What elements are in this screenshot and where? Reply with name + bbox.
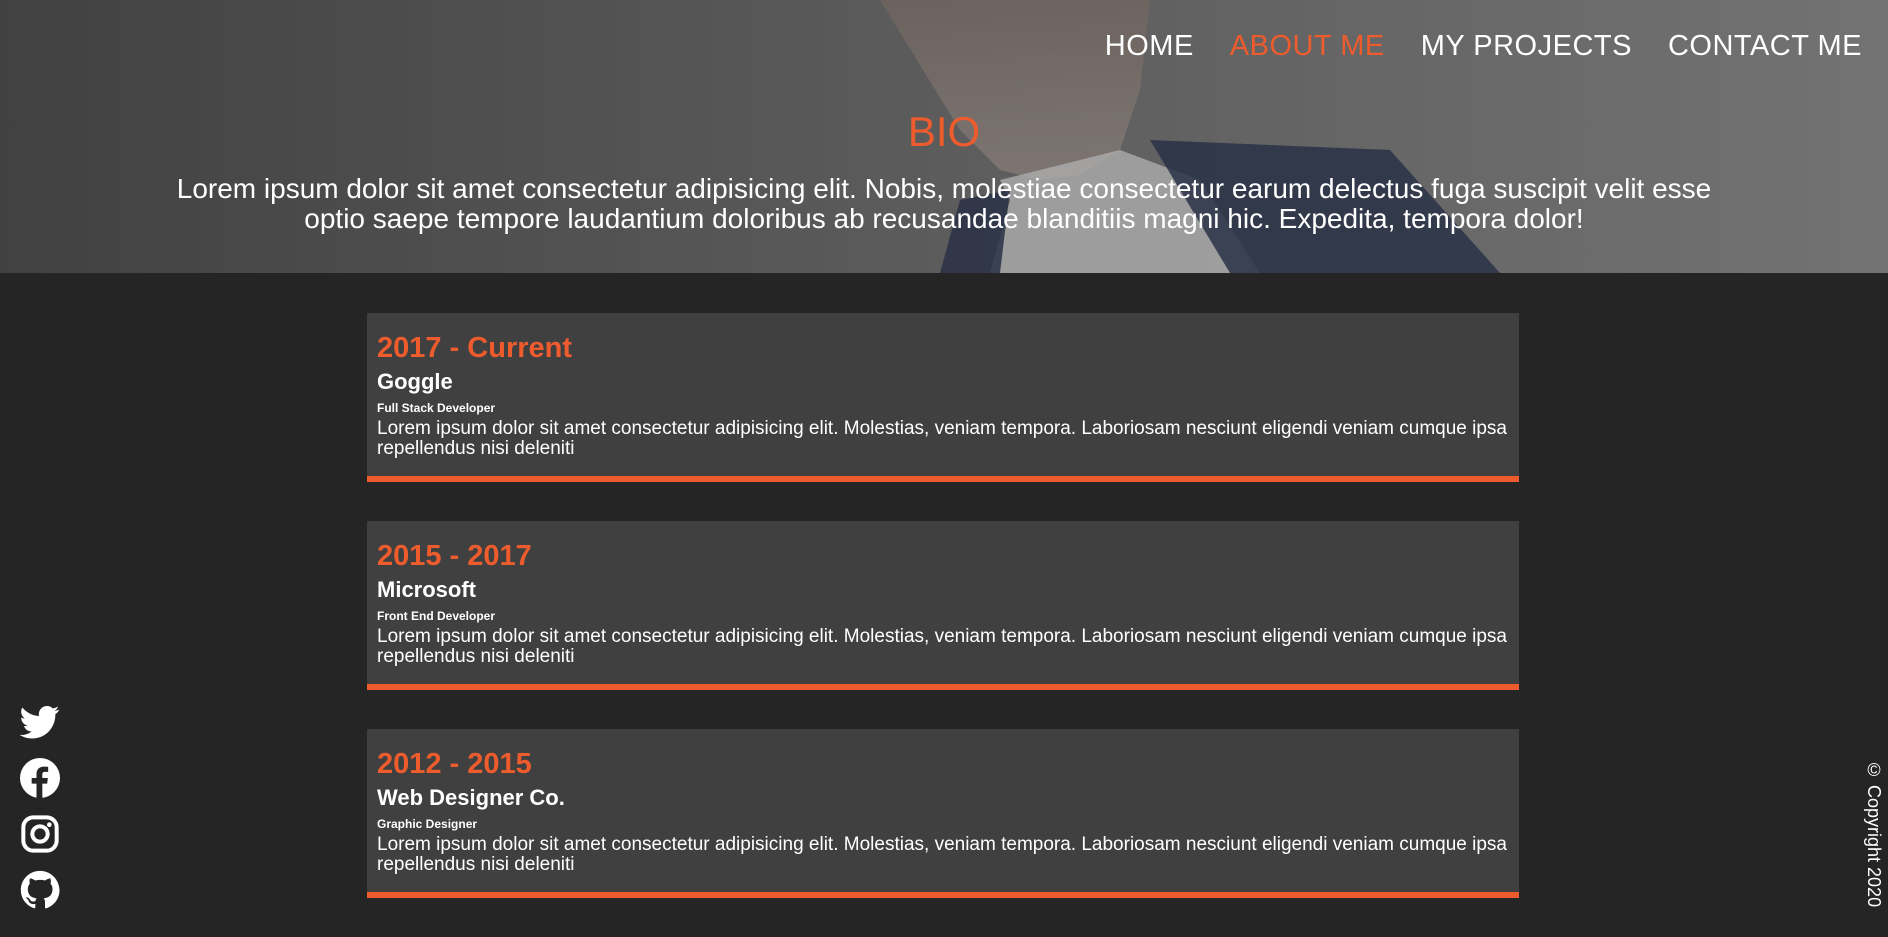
experience-description: Lorem ipsum dolor sit amet consectetur a… xyxy=(377,626,1507,667)
experience-role: Graphic Designer xyxy=(377,817,478,831)
experience-description: Lorem ipsum dolor sit amet consectetur a… xyxy=(377,834,1507,875)
instagram-link[interactable] xyxy=(20,814,60,854)
nav-about-me[interactable]: ABOUT ME xyxy=(1230,30,1385,63)
experience-years: 2017 - Current xyxy=(377,332,573,364)
experience-years: 2012 - 2015 xyxy=(377,748,532,780)
github-link[interactable] xyxy=(20,870,60,910)
facebook-link[interactable] xyxy=(20,758,60,798)
social-links xyxy=(20,702,60,910)
twitter-link[interactable] xyxy=(20,702,60,742)
instagram-icon xyxy=(21,815,59,853)
experience-card: 2017 - Current Goggle Full Stack Develop… xyxy=(367,313,1519,482)
nav-home[interactable]: HOME xyxy=(1105,30,1194,63)
experience-timeline: 2017 - Current Goggle Full Stack Develop… xyxy=(367,313,1519,937)
experience-years: 2015 - 2017 xyxy=(377,540,532,572)
experience-company: Goggle xyxy=(377,369,453,394)
experience-card: 2015 - 2017 Microsoft Front End Develope… xyxy=(367,521,1519,690)
experience-company: Microsoft xyxy=(377,577,476,602)
experience-company: Web Designer Co. xyxy=(377,785,565,810)
bio-title: BIO xyxy=(907,108,981,155)
experience-role: Front End Developer xyxy=(377,609,496,623)
hero-banner: HOME ABOUT ME MY PROJECTS CONTACT ME BIO… xyxy=(0,0,1888,273)
experience-role: Full Stack Developer xyxy=(377,401,496,415)
twitter-icon xyxy=(20,706,60,739)
main-nav: HOME ABOUT ME MY PROJECTS CONTACT ME xyxy=(1105,30,1862,63)
experience-card: 2012 - 2015 Web Designer Co. Graphic Des… xyxy=(367,729,1519,898)
experience-description: Lorem ipsum dolor sit amet consectetur a… xyxy=(377,418,1507,459)
bio-text: Lorem ipsum dolor sit amet consectetur a… xyxy=(176,173,1712,234)
nav-contact-me[interactable]: CONTACT ME xyxy=(1668,30,1862,63)
github-icon xyxy=(20,870,60,909)
nav-my-projects[interactable]: MY PROJECTS xyxy=(1421,30,1632,63)
copyright-text: © Copyright 2020 xyxy=(1864,760,1884,908)
facebook-icon xyxy=(20,758,60,798)
